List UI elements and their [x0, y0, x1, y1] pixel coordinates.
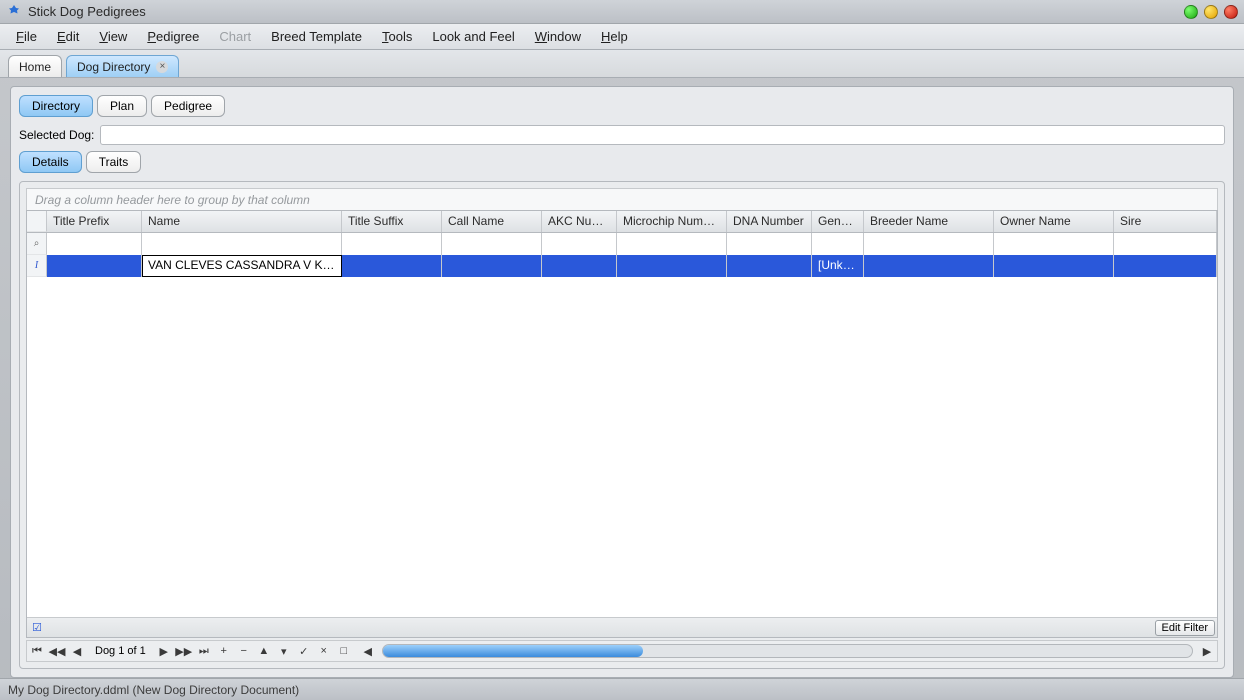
tab-plan[interactable]: Plan [97, 95, 147, 117]
col-microchip[interactable]: Microchip Number [617, 211, 727, 232]
cell-call-name[interactable] [442, 255, 542, 277]
cell-akc-number[interactable] [542, 255, 617, 277]
tab-home[interactable]: Home [8, 55, 62, 77]
nav-remove-button[interactable]: − [234, 641, 254, 661]
close-icon[interactable]: × [156, 61, 168, 73]
nav-position-label: Dog 1 of 1 [87, 645, 154, 657]
nav-accept-button[interactable]: ✓ [294, 641, 314, 661]
col-sire[interactable]: Sire [1114, 211, 1217, 232]
nav-last-button[interactable]: ⏭ [194, 641, 214, 661]
nav-move-up-button[interactable]: ▲ [254, 641, 274, 661]
menu-file[interactable]: File [6, 26, 47, 47]
nav-next-page-button[interactable]: ▶▶ [174, 641, 194, 661]
cell-sire[interactable] [1114, 255, 1217, 277]
window-minimize-button[interactable] [1184, 5, 1198, 19]
tab-label: Home [19, 60, 51, 74]
cell-microchip[interactable] [617, 255, 727, 277]
dog-grid: Title Prefix Name Title Suffix Call Name… [26, 210, 1218, 638]
edit-filter-button[interactable]: Edit Filter [1155, 620, 1215, 636]
menu-tools[interactable]: Tools [372, 26, 422, 47]
filter-enabled-checkbox[interactable]: ☑ [27, 621, 47, 634]
col-gender[interactable]: Gender [812, 211, 864, 232]
window-maximize-button[interactable] [1204, 5, 1218, 19]
menu-window[interactable]: Window [525, 26, 591, 47]
grid-header-row: Title Prefix Name Title Suffix Call Name… [27, 211, 1217, 233]
nav-cancel-button[interactable]: × [314, 641, 334, 661]
nav-first-button[interactable]: ⏮ [27, 641, 47, 661]
tab-pedigree[interactable]: Pedigree [151, 95, 225, 117]
menu-pedigree[interactable]: Pedigree [137, 26, 209, 47]
status-text: My Dog Directory.ddml (New Dog Directory… [8, 683, 299, 697]
cell-name[interactable]: VAN CLEVES CASSANDRA V KALEEF [142, 255, 342, 277]
grid-panel: Drag a column header here to group by th… [19, 181, 1225, 669]
cell-owner[interactable] [994, 255, 1114, 277]
col-akc-number[interactable]: AKC Number [542, 211, 617, 232]
scroll-left-button[interactable]: ◀ [358, 641, 378, 661]
menu-help[interactable]: Help [591, 26, 638, 47]
selected-dog-label: Selected Dog: [19, 128, 94, 142]
menu-edit[interactable]: Edit [47, 26, 89, 47]
menu-breed-template[interactable]: Breed Template [261, 26, 372, 47]
cell-dna-number[interactable] [727, 255, 812, 277]
cell-title-prefix[interactable] [47, 255, 142, 277]
menu-look-and-feel[interactable]: Look and Feel [422, 26, 524, 47]
nav-add-button[interactable]: + [214, 641, 234, 661]
col-title-prefix[interactable]: Title Prefix [47, 211, 142, 232]
nav-next-button[interactable]: ▶ [154, 641, 174, 661]
nav-prev-button[interactable]: ◀ [67, 641, 87, 661]
nav-move-down-button[interactable]: ▾ [274, 641, 294, 661]
title-bar: Stick Dog Pedigrees [0, 0, 1244, 24]
tab-details[interactable]: Details [19, 151, 82, 173]
selected-dog-input[interactable] [100, 125, 1225, 145]
app-icon [6, 4, 22, 20]
filter-icon[interactable]: ⌕ [27, 233, 47, 255]
table-row[interactable]: I VAN CLEVES CASSANDRA V KALEEF [Unkno..… [27, 255, 1217, 277]
row-selector-header[interactable] [27, 211, 47, 232]
col-name[interactable]: Name [142, 211, 342, 232]
cell-gender[interactable]: [Unkno... [812, 255, 864, 277]
col-call-name[interactable]: Call Name [442, 211, 542, 232]
view-tab-bar: Directory Plan Pedigree [19, 95, 1225, 117]
grid-footer: ☑ Edit Filter [27, 617, 1217, 637]
scrollbar-thumb[interactable] [383, 645, 643, 657]
status-bar: My Dog Directory.ddml (New Dog Directory… [0, 678, 1244, 700]
col-breeder-name[interactable]: Breeder Name [864, 211, 994, 232]
edit-cursor-icon: I [27, 255, 47, 277]
scroll-right-button[interactable]: ▶ [1197, 641, 1217, 661]
tab-dog-directory[interactable]: Dog Directory × [66, 55, 179, 77]
nav-stop-button[interactable]: □ [334, 641, 354, 661]
col-owner-name[interactable]: Owner Name [994, 211, 1114, 232]
horizontal-scrollbar[interactable] [382, 644, 1193, 658]
menu-bar: File Edit View Pedigree Chart Breed Temp… [0, 24, 1244, 50]
main-panel: Directory Plan Pedigree Selected Dog: De… [10, 86, 1234, 678]
col-title-suffix[interactable]: Title Suffix [342, 211, 442, 232]
document-tab-bar: Home Dog Directory × [0, 50, 1244, 78]
tab-label: Dog Directory [77, 60, 150, 74]
detail-tab-bar: Details Traits [19, 151, 1225, 173]
record-navigator: ⏮ ◀◀ ◀ Dog 1 of 1 ▶ ▶▶ ⏭ + − ▲ ▾ ✓ × □ ◀… [26, 640, 1218, 662]
tab-directory[interactable]: Directory [19, 95, 93, 117]
menu-view[interactable]: View [89, 26, 137, 47]
window-title: Stick Dog Pedigrees [28, 4, 146, 19]
cell-title-suffix[interactable] [342, 255, 442, 277]
grid-filter-row[interactable]: ⌕ [27, 233, 1217, 255]
col-dna-number[interactable]: DNA Number [727, 211, 812, 232]
tab-traits[interactable]: Traits [86, 151, 142, 173]
menu-chart: Chart [209, 26, 261, 47]
nav-prev-page-button[interactable]: ◀◀ [47, 641, 67, 661]
group-by-bar[interactable]: Drag a column header here to group by th… [26, 188, 1218, 210]
cell-breeder[interactable] [864, 255, 994, 277]
grid-empty-area [27, 277, 1217, 617]
window-close-button[interactable] [1224, 5, 1238, 19]
